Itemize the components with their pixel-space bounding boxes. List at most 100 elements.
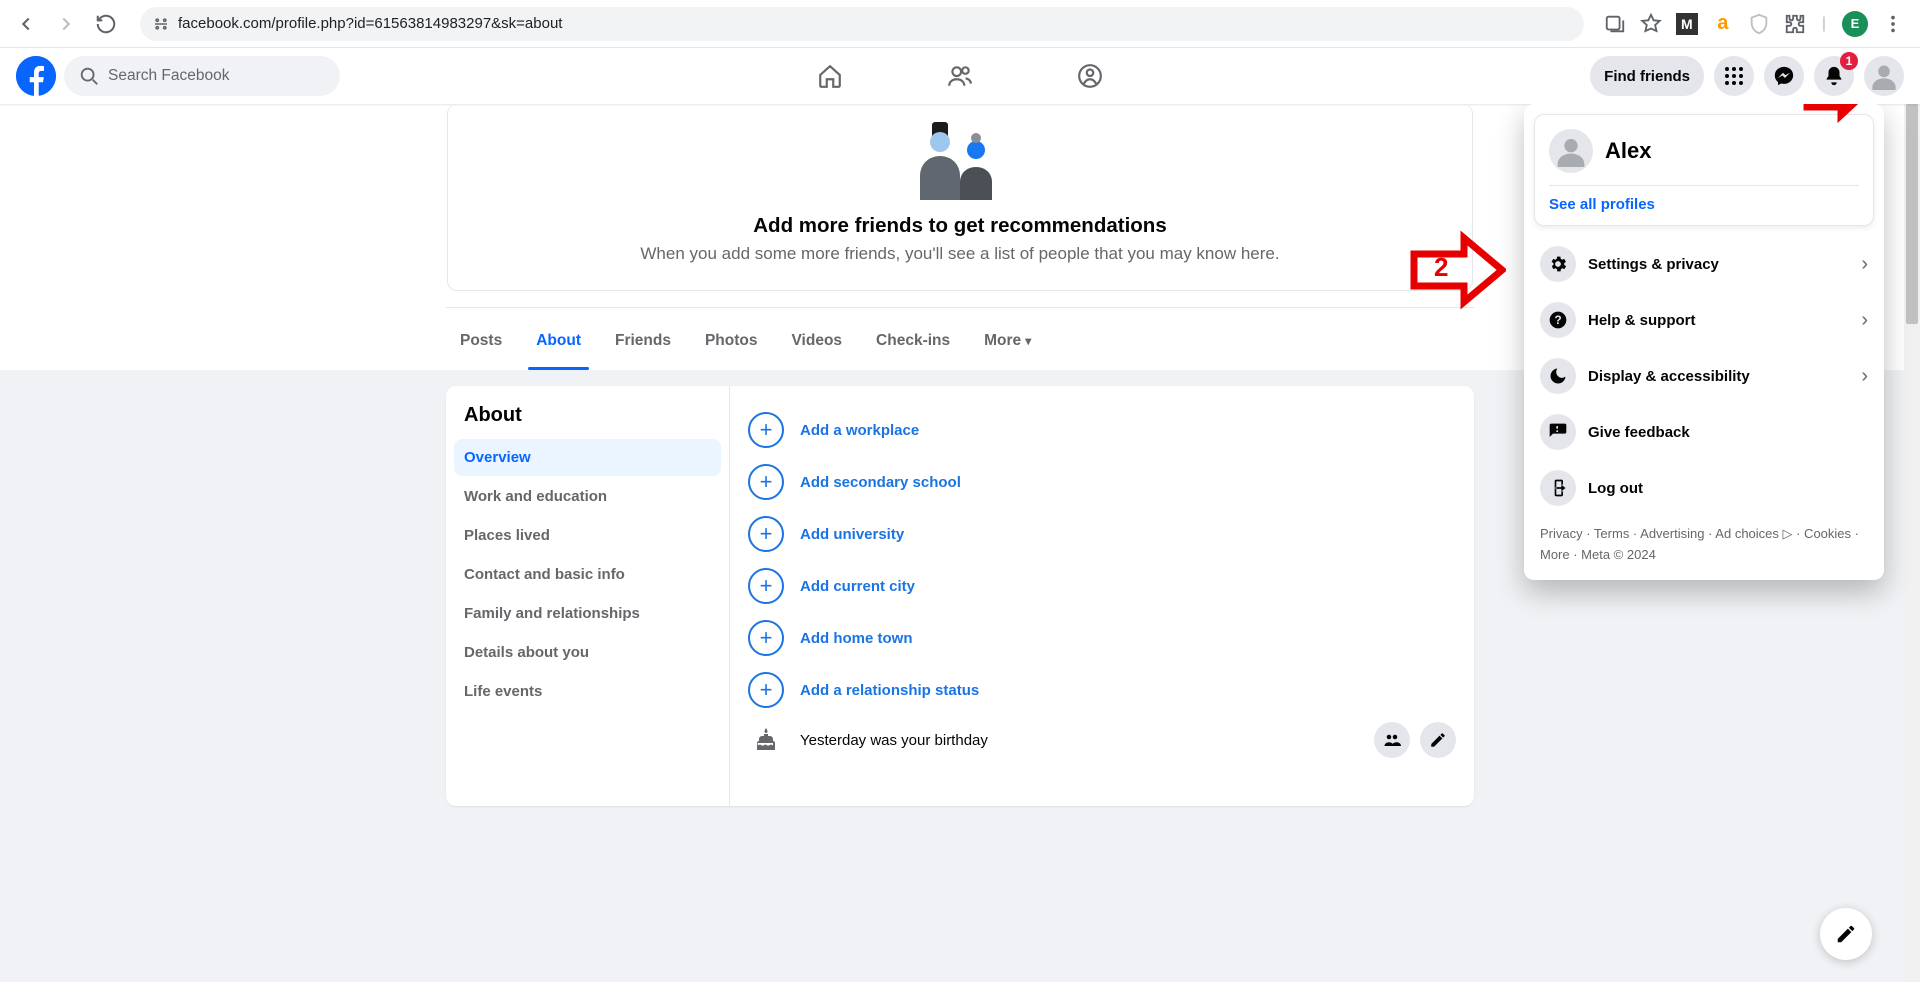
notifications-button[interactable]: 1 xyxy=(1814,56,1854,96)
menu-display-accessibility[interactable]: Display & accessibility › xyxy=(1534,348,1874,404)
menu-footer-links[interactable]: Privacy · Terms · Advertising · Ad choic… xyxy=(1534,516,1874,566)
plus-icon: + xyxy=(748,620,784,656)
tab-friends[interactable]: Friends xyxy=(615,312,671,370)
about-nav-work[interactable]: Work and education xyxy=(454,478,721,515)
header-right: Find friends 1 xyxy=(1590,56,1904,96)
search-icon xyxy=(78,65,100,87)
plus-icon: + xyxy=(748,464,784,500)
browser-actions: M a | E xyxy=(1604,11,1908,37)
tab-more[interactable]: More▾ xyxy=(984,312,1031,370)
facebook-header: Search Facebook Find friends 1 xyxy=(0,48,1920,104)
nav-friends[interactable] xyxy=(930,48,990,104)
extension-a-icon[interactable]: a xyxy=(1712,13,1734,35)
add-workplace[interactable]: +Add a workplace xyxy=(748,404,1456,456)
menu-settings-privacy[interactable]: Settings & privacy › xyxy=(1534,236,1874,292)
add-university[interactable]: +Add university xyxy=(748,508,1456,560)
account-avatar-button[interactable] xyxy=(1864,56,1904,96)
recommendation-card: Add more friends to get recommendations … xyxy=(447,104,1473,291)
about-card: About Overview Work and education Places… xyxy=(446,386,1474,806)
chrome-menu-icon[interactable] xyxy=(1882,13,1904,35)
extensions-puzzle-icon[interactable] xyxy=(1784,13,1806,35)
about-nav-contact[interactable]: Contact and basic info xyxy=(454,556,721,593)
logout-icon xyxy=(1540,470,1576,506)
friends-illustration-icon xyxy=(912,116,1008,200)
menu-grid-button[interactable] xyxy=(1714,56,1754,96)
plus-icon: + xyxy=(748,672,784,708)
nav-groups[interactable] xyxy=(1060,48,1120,104)
tab-photos[interactable]: Photos xyxy=(705,312,758,370)
address-bar[interactable]: facebook.com/profile.php?id=615638149832… xyxy=(140,7,1584,41)
plus-icon: + xyxy=(748,412,784,448)
find-friends-button[interactable]: Find friends xyxy=(1590,56,1704,96)
about-details: +Add a workplace +Add secondary school +… xyxy=(730,386,1474,806)
about-nav-details[interactable]: Details about you xyxy=(454,634,721,671)
callout-number-1: 1 xyxy=(1820,104,1834,109)
chevron-right-icon: › xyxy=(1861,365,1868,388)
menu-help-support[interactable]: ? Help & support › xyxy=(1534,292,1874,348)
tab-posts[interactable]: Posts xyxy=(460,312,502,370)
chrome-separator: | xyxy=(1820,15,1828,33)
add-current-city[interactable]: +Add current city xyxy=(748,560,1456,612)
tab-videos[interactable]: Videos xyxy=(792,312,843,370)
about-nav-overview[interactable]: Overview xyxy=(454,439,721,476)
about-nav-life[interactable]: Life events xyxy=(454,673,721,710)
floating-edit-button[interactable] xyxy=(1820,908,1872,960)
browser-toolbar: facebook.com/profile.php?id=615638149832… xyxy=(0,0,1920,48)
chevron-down-icon: ▾ xyxy=(1025,334,1031,348)
help-icon: ? xyxy=(1540,302,1576,338)
cake-icon xyxy=(748,728,784,752)
url-text: facebook.com/profile.php?id=615638149832… xyxy=(178,15,562,32)
tab-about[interactable]: About xyxy=(536,312,581,370)
birthday-text: Yesterday was your birthday xyxy=(800,732,988,749)
profile-name: Alex xyxy=(1605,138,1651,164)
vertical-scrollbar[interactable] xyxy=(1904,104,1920,982)
plus-icon: + xyxy=(748,568,784,604)
profile-avatar-icon xyxy=(1549,129,1593,173)
audience-icon[interactable] xyxy=(1374,722,1410,758)
extension-m-icon[interactable]: M xyxy=(1676,13,1698,35)
chevron-right-icon: › xyxy=(1861,253,1868,276)
messenger-button[interactable] xyxy=(1764,56,1804,96)
profile-tabs: Posts About Friends Photos Videos Check-… xyxy=(446,307,1474,370)
facebook-logo[interactable] xyxy=(16,56,56,96)
svg-text:?: ? xyxy=(1554,314,1561,327)
recommendation-title: Add more friends to get recommendations xyxy=(468,214,1452,238)
add-relationship[interactable]: +Add a relationship status xyxy=(748,664,1456,716)
divider xyxy=(1549,185,1859,186)
center-nav xyxy=(800,48,1120,104)
gear-icon xyxy=(1540,246,1576,282)
facebook-search[interactable]: Search Facebook xyxy=(64,56,340,96)
add-secondary-school[interactable]: +Add secondary school xyxy=(748,456,1456,508)
page-body: Add more friends to get recommendations … xyxy=(0,104,1920,982)
menu-give-feedback[interactable]: Give feedback xyxy=(1534,404,1874,460)
notification-badge: 1 xyxy=(1840,52,1858,70)
account-menu: Alex See all profiles Settings & privacy… xyxy=(1524,104,1884,580)
about-nav-family[interactable]: Family and relationships xyxy=(454,595,721,632)
plus-icon: + xyxy=(748,516,784,552)
site-settings-icon[interactable] xyxy=(152,15,170,33)
add-home-town[interactable]: +Add home town xyxy=(748,612,1456,664)
chevron-right-icon: › xyxy=(1861,309,1868,332)
about-sidebar: About Overview Work and education Places… xyxy=(446,386,730,806)
see-all-profiles-link[interactable]: See all profiles xyxy=(1549,196,1859,213)
recommendation-subtitle: When you add some more friends, you'll s… xyxy=(468,244,1452,264)
menu-log-out[interactable]: Log out xyxy=(1534,460,1874,516)
install-app-icon[interactable] xyxy=(1604,13,1626,35)
tab-checkins[interactable]: Check-ins xyxy=(876,312,950,370)
shield-icon[interactable] xyxy=(1748,13,1770,35)
bookmark-star-icon[interactable] xyxy=(1640,13,1662,35)
about-nav-places[interactable]: Places lived xyxy=(454,517,721,554)
account-menu-list: Settings & privacy › ? Help & support › … xyxy=(1534,236,1874,516)
feedback-icon xyxy=(1540,414,1576,450)
callout-arrow-2: 2 xyxy=(1410,230,1506,315)
nav-home[interactable] xyxy=(800,48,860,104)
edit-pencil-icon[interactable] xyxy=(1420,722,1456,758)
moon-icon xyxy=(1540,358,1576,394)
birthday-row: Yesterday was your birthday xyxy=(748,716,1456,764)
reload-button[interactable] xyxy=(92,10,120,38)
forward-button[interactable] xyxy=(52,10,80,38)
callout-number-2: 2 xyxy=(1434,252,1448,283)
back-button[interactable] xyxy=(12,10,40,38)
chrome-profile-avatar[interactable]: E xyxy=(1842,11,1868,37)
search-placeholder: Search Facebook xyxy=(108,67,230,85)
